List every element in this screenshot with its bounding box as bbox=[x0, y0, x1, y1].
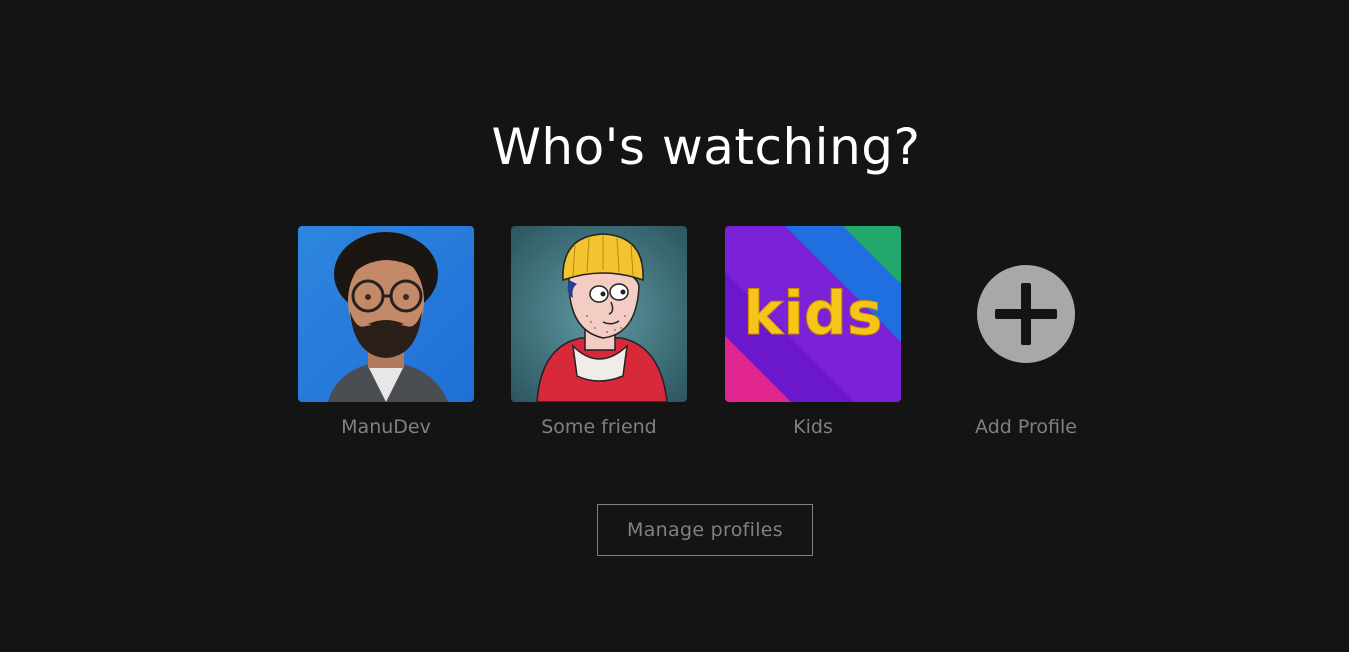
profile-some-friend[interactable]: Some friend bbox=[511, 226, 687, 438]
profile-name: Some friend bbox=[541, 416, 657, 438]
profile-name: Kids bbox=[793, 416, 833, 438]
add-profile[interactable]: Add Profile bbox=[938, 226, 1114, 438]
manage-profiles-button[interactable]: Manage profiles bbox=[597, 504, 813, 556]
profile-list: ManuDev Some friend kids Kids Add Profil… bbox=[298, 226, 1118, 456]
add-profile-tile[interactable] bbox=[938, 226, 1114, 402]
avatar-man-glasses-icon[interactable] bbox=[298, 226, 474, 402]
avatar-cartoon-beanie-icon[interactable] bbox=[511, 226, 687, 402]
kids-logo-text: kids bbox=[743, 279, 882, 349]
profile-kids[interactable]: kids Kids bbox=[725, 226, 901, 438]
page-title: Who's watching? bbox=[491, 118, 921, 176]
profile-gate: Who's watching? ManuDev Some friend kids… bbox=[0, 0, 1349, 652]
plus-circle-icon[interactable] bbox=[977, 265, 1075, 363]
avatar-kids-logo-icon[interactable]: kids bbox=[725, 226, 901, 402]
profile-name: Add Profile bbox=[975, 416, 1077, 438]
profile-name: ManuDev bbox=[341, 416, 431, 438]
profile-manudev[interactable]: ManuDev bbox=[298, 226, 474, 438]
